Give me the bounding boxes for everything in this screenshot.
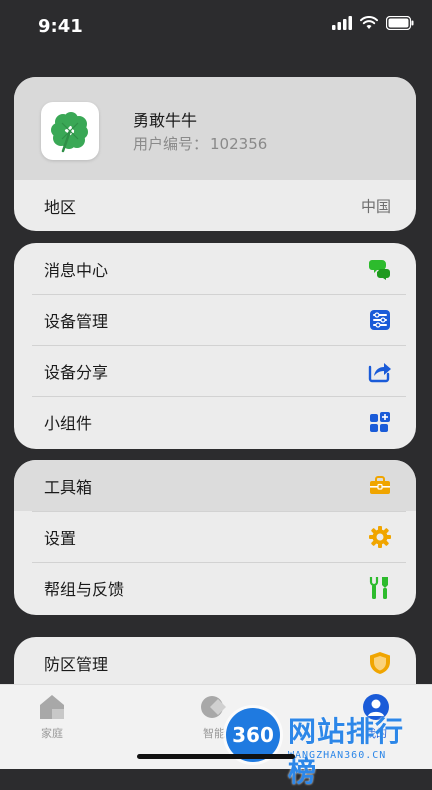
- shield-icon: [368, 651, 392, 675]
- avatar[interactable]: [41, 102, 99, 160]
- menu-item-zone-manage[interactable]: 防区管理: [14, 637, 416, 688]
- menu-item-widgets[interactable]: 小组件: [14, 396, 416, 447]
- tab-home[interactable]: 家庭: [12, 693, 92, 741]
- menu-item-label: 工具箱: [44, 477, 93, 497]
- tab-home-label: 家庭: [41, 727, 63, 740]
- toolbox-icon: [368, 474, 392, 498]
- status-bar: 9:41: [0, 0, 432, 56]
- four-leaf-clover-icon: [51, 112, 88, 153]
- home-indicator: [137, 754, 295, 759]
- wifi-icon: [360, 16, 378, 29]
- menu-item-device-manage[interactable]: 设备管理: [14, 294, 416, 345]
- profile-card: 勇敢牛牛 用户编号： 102356 地区 中国: [14, 77, 416, 231]
- watermark-subtitle: WANGZHAN360.CN: [288, 750, 387, 761]
- device-manage-icon: [368, 308, 392, 332]
- menu-item-message-center[interactable]: 消息中心: [14, 243, 416, 294]
- menu-item-device-share[interactable]: 设备分享: [14, 345, 416, 396]
- tools-icon: [368, 576, 392, 600]
- profile-id-value: 102356: [210, 135, 268, 153]
- gear-icon: [368, 525, 392, 549]
- status-icons: [332, 16, 414, 30]
- region-label: 地区: [44, 197, 77, 217]
- menu-item-help-feedback[interactable]: 帮组与反馈: [14, 562, 416, 613]
- status-time: 9:41: [38, 16, 83, 37]
- menu-card-tools: 工具箱 设置 帮组与反馈: [14, 460, 416, 615]
- menu-item-label: 设备分享: [44, 362, 109, 382]
- menu-card-services: 消息中心 设备管理 设备分享 小组件: [14, 243, 416, 449]
- menu-item-label: 小组件: [44, 413, 93, 433]
- menu-item-label: 设备管理: [44, 311, 109, 331]
- menu-item-label: 消息中心: [44, 260, 109, 280]
- signal-icon: [332, 16, 352, 30]
- profile-header[interactable]: 勇敢牛牛 用户编号： 102356: [14, 77, 416, 180]
- menu-item-toolbox[interactable]: 工具箱: [14, 460, 416, 511]
- profile-id: 用户编号： 102356: [133, 133, 267, 154]
- widget-grid-icon: [368, 410, 392, 434]
- profile-id-label: 用户编号：: [133, 135, 209, 153]
- menu-item-label: 设置: [44, 528, 77, 548]
- profile-name: 勇敢牛牛: [133, 111, 198, 130]
- region-row[interactable]: 地区 中国: [14, 180, 416, 231]
- menu-item-settings[interactable]: 设置: [14, 511, 416, 562]
- battery-icon: [386, 16, 414, 30]
- menu-item-label: 帮组与反馈: [44, 579, 125, 599]
- home-icon: [40, 695, 64, 719]
- share-icon: [368, 359, 392, 383]
- menu-item-label: 防区管理: [44, 654, 109, 674]
- chat-bubble-icon: [368, 257, 392, 281]
- region-value: 中国: [360, 197, 391, 215]
